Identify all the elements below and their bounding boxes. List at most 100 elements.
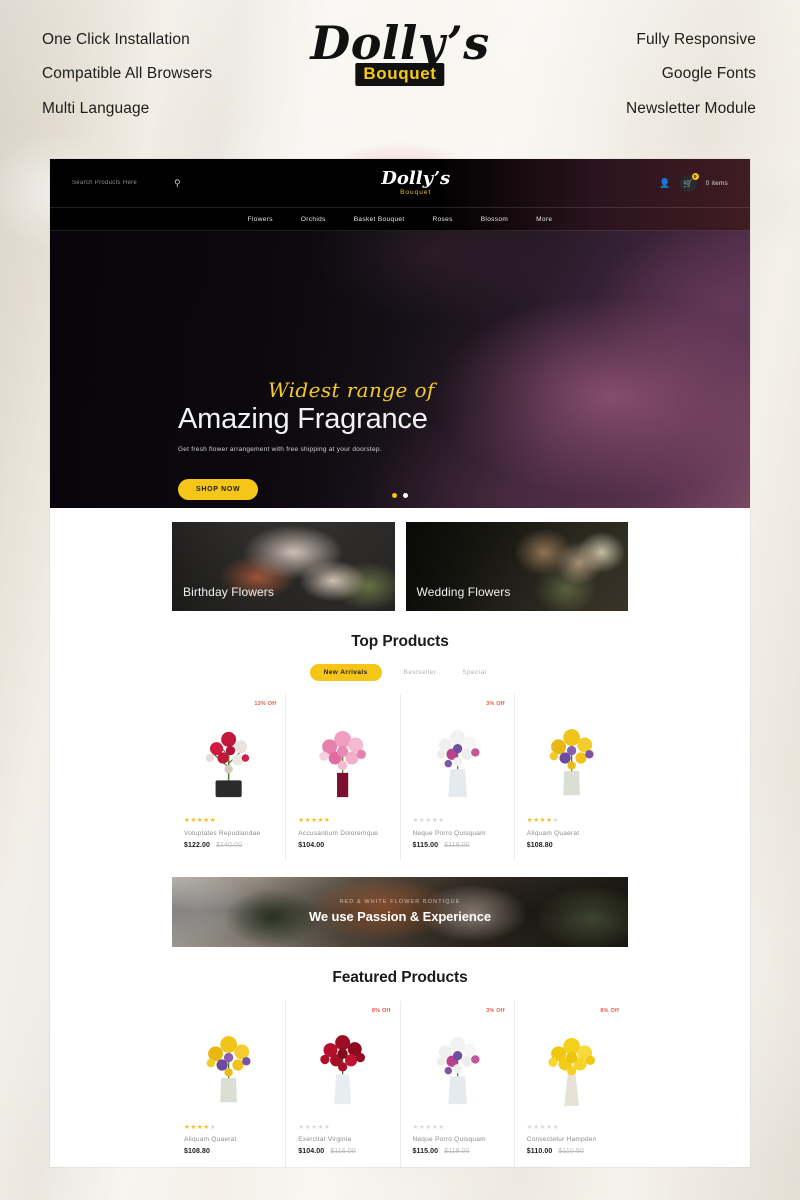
product-info: ★★★★★ Voluptates Repudiandae $122.00 $14…	[182, 817, 275, 849]
discount-badge: 8% Off	[371, 1007, 391, 1014]
hero-title: Amazing Fragrance	[178, 403, 428, 435]
product-image	[411, 1015, 504, 1115]
promo-brand-word: Dolly’s	[310, 16, 490, 70]
nav-item-blossom[interactable]: Blossom	[481, 216, 508, 223]
category-card-birthday[interactable]: Birthday Flowers	[172, 522, 395, 611]
product-price: $104.00 $116.00	[298, 1148, 389, 1155]
product-card[interactable]: 8% Off ★★★★★ Exercitat Virginia $104.00 …	[286, 1000, 401, 1167]
discount-badge: 3% Off	[486, 701, 505, 707]
passion-banner-copy: RED & WHITE FLOWER BONTIQUE We use Passi…	[172, 877, 628, 947]
store-logo-word: Dolly’s	[381, 168, 451, 189]
product-price: $108.80	[184, 1148, 275, 1155]
tab-new-arrivals[interactable]: New Arrivals	[309, 664, 382, 681]
product-price: $115.00 $118.00	[413, 1148, 504, 1155]
price-current: $104.00	[298, 1148, 325, 1155]
rating-stars: ★★★★★	[412, 1123, 445, 1131]
rating-stars: ★★★★★	[298, 817, 331, 824]
rating-stars: ★★★★★	[184, 817, 217, 824]
product-card[interactable]: 13% Off ★★★★★ Voluptates Repudiandae $12…	[172, 694, 287, 861]
product-name: Aliquam Quaerat	[184, 1136, 237, 1143]
slider-dot[interactable]	[392, 493, 397, 498]
passion-banner[interactable]: RED & WHITE FLOWER BONTIQUE We use Passi…	[172, 876, 628, 947]
passion-banner-kicker: RED & WHITE FLOWER BONTIQUE	[339, 899, 461, 905]
price-current: $108.80	[526, 841, 553, 849]
product-image	[296, 708, 389, 808]
top-products-tabs: New Arrivals Bestseller Special	[50, 664, 750, 681]
tab-bestseller[interactable]: Bestseller	[400, 664, 441, 681]
product-name: Neque Porro Quisquam	[412, 829, 486, 837]
promo-features-left: One Click Installation Compatible All Br…	[42, 28, 212, 120]
product-card[interactable]: 3% Off ★★★★★ Neque Porro Quisquam $115.0…	[400, 1000, 515, 1167]
price-original: $118.00	[444, 1148, 470, 1155]
product-card[interactable]: ★★★★★ Aliquam Quaerat $108.80	[172, 1000, 287, 1167]
price-original: $140.00	[216, 841, 243, 849]
category-banner-row: Birthday Flowers Wedding Flowers	[50, 508, 750, 623]
price-current: $108.80	[184, 1148, 211, 1155]
rating-stars: ★★★★★	[298, 1123, 331, 1131]
store-logo-sub: Bouquet	[400, 189, 432, 196]
promo-feature: Multi Language	[42, 99, 150, 117]
nav-item-roses[interactable]: Roses	[433, 216, 453, 223]
rating-stars: ★★★★★	[526, 817, 559, 824]
category-card-wedding[interactable]: Wedding Flowers	[405, 522, 628, 611]
hero-copy: Widest range of Amazing Fragrance Get fr…	[178, 379, 435, 501]
promo-feature: Compatible All Browsers	[42, 65, 213, 83]
product-name: Neque Porro Quisquam	[412, 1136, 486, 1143]
nav-item-basket-bouquet[interactable]: Basket Bouquet	[354, 216, 405, 223]
search-input[interactable]	[72, 180, 150, 186]
site-preview: ⚲ Dolly’s Bouquet 👤 🛒 0 0 items Flowers …	[50, 159, 750, 1167]
product-name: Consectetur Hampden	[526, 1136, 597, 1143]
promo-feature: Google Fonts	[661, 65, 756, 83]
promo-header: One Click Installation Compatible All Br…	[0, 0, 800, 150]
product-name: Accusantium Doloremque	[298, 829, 379, 837]
product-name: Exercitat Virginia	[298, 1136, 352, 1143]
product-price: $122.00 $140.00	[184, 842, 275, 849]
user-icon[interactable]: 👤	[659, 178, 670, 189]
product-name: Voluptates Repudiandae	[184, 829, 261, 837]
product-image	[411, 708, 504, 808]
tab-special[interactable]: Special	[458, 664, 490, 681]
discount-badge: 8% Off	[600, 1007, 619, 1014]
featured-products-heading: Featured Products	[332, 968, 468, 986]
store-header: ⚲ Dolly’s Bouquet 👤 🛒 0 0 items Flowers …	[50, 159, 750, 231]
hero-slider-dots	[50, 493, 750, 498]
nav-item-flowers[interactable]: Flowers	[248, 216, 273, 223]
product-card[interactable]: 3% Off ★★★★★ Neque Porro Quisquam $115.0…	[400, 694, 515, 861]
cart-items-label: 0 items	[705, 179, 728, 187]
product-info: ★★★★★ Neque Porro Quisquam $115.00 $118.…	[411, 817, 504, 849]
featured-products-grid: ★★★★★ Aliquam Quaerat $108.80 8% Off ★★★…	[50, 1000, 750, 1167]
discount-badge: 13% Off	[254, 701, 277, 707]
rating-stars: ★★★★★	[184, 1123, 217, 1131]
hero-description: Get fresh flower arrangement with free s…	[178, 446, 382, 454]
main-navigation: Flowers Orchids Basket Bouquet Roses Blo…	[50, 207, 750, 231]
nav-item-more[interactable]: More	[536, 216, 552, 223]
product-card[interactable]: ★★★★★ Aliquam Quaerat $108.80	[514, 694, 628, 861]
price-current: $110.00	[526, 1148, 553, 1155]
product-info: ★★★★★ Accusantium Doloremque $104.00	[296, 817, 389, 849]
promo-brand-sub: Bouquet	[355, 63, 445, 86]
store-logo[interactable]: Dolly’s Bouquet	[172, 168, 659, 197]
cart-button[interactable]: 🛒 0	[679, 172, 699, 192]
product-price: $110.00 $110.50	[527, 1148, 618, 1155]
category-card-label: Birthday Flowers	[183, 585, 274, 599]
passion-banner-title: We use Passion & Experience	[308, 909, 492, 924]
product-info: ★★★★★ Aliquam Quaerat $108.80	[182, 1123, 275, 1155]
price-current: $115.00	[412, 1148, 439, 1155]
product-info: ★★★★★ Aliquam Quaerat $108.80	[525, 817, 618, 849]
product-card[interactable]: 8% Off ★★★★★ Consectetur Hampden $110.00…	[514, 1000, 628, 1167]
hero-slider: Widest range of Amazing Fragrance Get fr…	[50, 231, 750, 508]
slider-dot[interactable]	[403, 493, 408, 498]
product-info: ★★★★★ Consectetur Hampden $110.00 $110.5…	[525, 1124, 618, 1155]
product-image	[182, 1015, 275, 1115]
header-actions: 👤 🛒 0 0 items	[659, 172, 728, 192]
product-price: $115.00 $118.00	[413, 842, 504, 849]
cart-count-badge: 0	[691, 172, 699, 180]
nav-item-orchids[interactable]: Orchids	[301, 216, 326, 223]
top-products-heading: Top Products	[351, 633, 449, 650]
product-info: ★★★★★ Exercitat Virginia $104.00 $116.00	[296, 1123, 389, 1155]
top-products-grid: 13% Off ★★★★★ Voluptates Repudiandae $12…	[50, 694, 750, 861]
price-current: $104.00	[298, 841, 325, 849]
product-card[interactable]: ★★★★★ Accusantium Doloremque $104.00	[286, 694, 401, 861]
discount-badge: 3% Off	[486, 1007, 505, 1014]
price-original: $116.00	[330, 1148, 356, 1155]
